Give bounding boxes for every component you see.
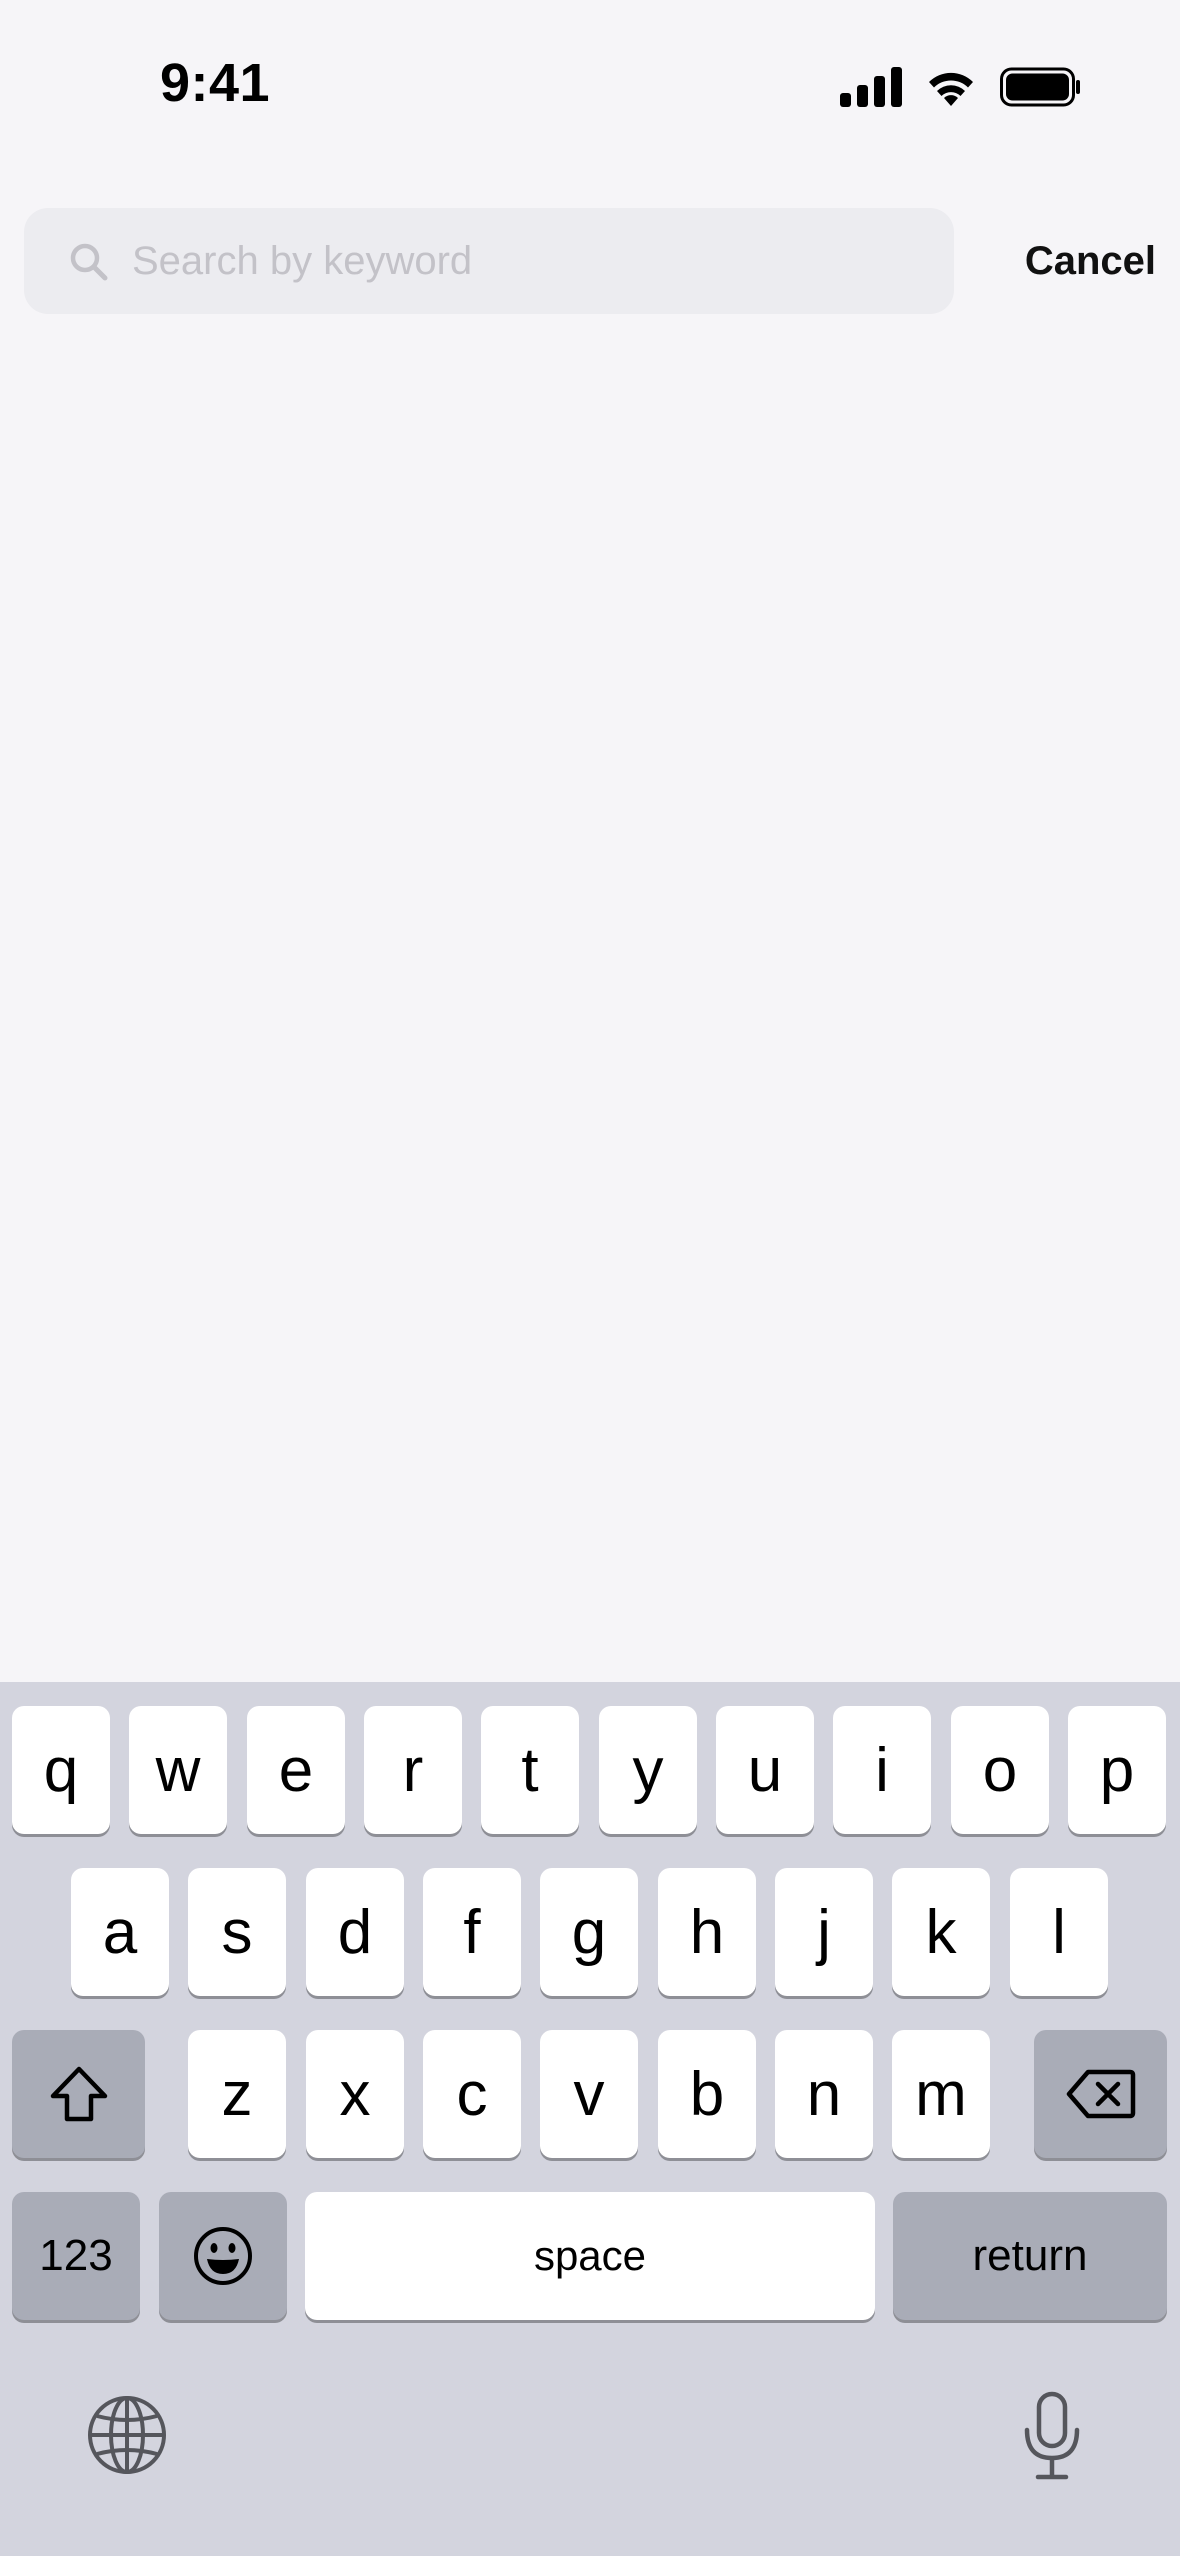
key-y[interactable]: y [599, 1706, 697, 1834]
numbers-key[interactable]: 123 [12, 2192, 140, 2320]
key-h[interactable]: h [658, 1868, 756, 1996]
key-e[interactable]: e [247, 1706, 345, 1834]
status-time: 9:41 [160, 53, 271, 113]
key-u[interactable]: u [716, 1706, 814, 1834]
space-key[interactable]: space [305, 2192, 875, 2320]
status-bar: 9:41 [0, 0, 1180, 150]
keyboard: q w e r t y u i o p a s d f g h j k l z … [0, 1682, 1180, 2556]
battery-icon [1000, 67, 1080, 107]
search-field[interactable] [24, 208, 954, 314]
key-x[interactable]: x [306, 2030, 404, 2158]
emoji-icon [194, 2227, 252, 2285]
key-v[interactable]: v [540, 2030, 638, 2158]
shift-icon [50, 2066, 107, 2122]
key-w[interactable]: w [129, 1706, 227, 1834]
globe-icon[interactable] [86, 2394, 168, 2476]
key-q[interactable]: q [12, 1706, 110, 1834]
return-key[interactable]: return [893, 2192, 1167, 2320]
key-d[interactable]: d [306, 1868, 404, 1996]
key-s[interactable]: s [188, 1868, 286, 1996]
delete-icon [1066, 2069, 1135, 2119]
key-l[interactable]: l [1010, 1868, 1108, 1996]
screen: 9:41 Cancel [0, 0, 1180, 2556]
microphone-icon[interactable] [1020, 2390, 1084, 2482]
key-b[interactable]: b [658, 2030, 756, 2158]
key-n[interactable]: n [775, 2030, 873, 2158]
key-a[interactable]: a [71, 1868, 169, 1996]
status-icons [840, 64, 1082, 110]
key-f[interactable]: f [423, 1868, 521, 1996]
search-input[interactable] [132, 208, 932, 314]
shift-key[interactable] [12, 2030, 145, 2158]
key-i[interactable]: i [833, 1706, 931, 1834]
key-g[interactable]: g [540, 1868, 638, 1996]
key-z[interactable]: z [188, 2030, 286, 2158]
search-row: Cancel [24, 208, 1156, 314]
key-p[interactable]: p [1068, 1706, 1166, 1834]
key-m[interactable]: m [892, 2030, 990, 2158]
wifi-icon [929, 72, 973, 106]
cellular-signal-icon [840, 67, 902, 107]
emoji-key[interactable] [159, 2192, 287, 2320]
key-t[interactable]: t [481, 1706, 579, 1834]
search-icon [70, 243, 108, 281]
cancel-button[interactable]: Cancel [1025, 208, 1156, 314]
key-j[interactable]: j [775, 1868, 873, 1996]
key-c[interactable]: c [423, 2030, 521, 2158]
key-r[interactable]: r [364, 1706, 462, 1834]
delete-key[interactable] [1034, 2030, 1167, 2158]
key-k[interactable]: k [892, 1868, 990, 1996]
key-o[interactable]: o [951, 1706, 1049, 1834]
